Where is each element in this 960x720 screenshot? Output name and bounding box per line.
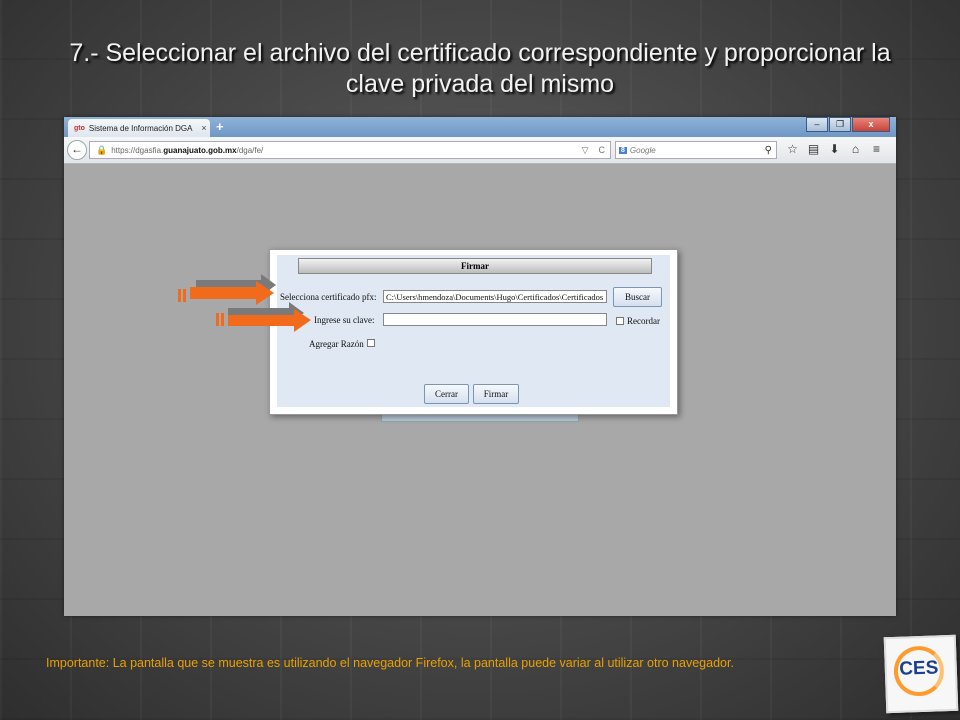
tab-title: Sistema de Información DGA [88,123,193,133]
dropdown-icon[interactable]: ▽ [582,145,589,156]
close-window-button[interactable]: x [852,117,890,132]
close-button[interactable]: Cerrar [424,384,469,404]
search-icon[interactable]: ⚲ [765,145,772,156]
remember-checkbox[interactable] [616,317,624,325]
slide-title: 7.- Seleccionar el archivo del certifica… [69,39,891,98]
toolbar-icons: ☆ ▤ ⬇ ⌂ ≡ [782,142,887,156]
tab-dga[interactable]: gto Sistema de Información DGA × [68,119,210,137]
tab-bar: gto Sistema de Información DGA × + – ❐ x [64,117,896,137]
sign-dialog: Firmar Selecciona certificado pfx: C:\Us… [269,249,678,415]
back-arrow-icon[interactable]: ← [67,140,87,160]
password-input[interactable] [383,313,607,326]
search-bar[interactable]: 8 Google ⚲ [615,141,777,159]
download-icon[interactable]: ⬇ [824,142,845,156]
minimize-button[interactable]: – [806,117,828,132]
url-text: https://dgasfia.guanajuato.gob.mx/dga/fe… [111,145,264,155]
sign-button[interactable]: Firmar [473,384,519,404]
restore-button[interactable]: ❐ [829,117,851,132]
cert-path-input[interactable]: C:\Users\hmendoza\Documents\Hugo\Certifi… [383,290,607,303]
footnote: Importante: La pantalla que se muestra e… [46,656,734,670]
menu-icon[interactable]: ≡ [866,142,887,156]
reason-label: Agregar Razón [309,339,364,349]
dialog-body: Firmar Selecciona certificado pfx: C:\Us… [277,255,670,407]
reason-checkbox[interactable] [367,339,375,347]
new-tab-button[interactable]: + [216,119,224,134]
bookmarks-list-icon[interactable]: ▤ [803,142,824,156]
page-content: Firmar Selecciona certificado pfx: C:\Us… [64,164,896,616]
ces-logo: CES [883,634,959,714]
bookmark-star-icon[interactable]: ☆ [782,142,803,156]
logo-text: CES [898,657,939,680]
remember-label: Recordar [627,316,660,326]
navigation-toolbar: ← 🔒 https://dgasfia.guanajuato.gob.mx/dg… [64,137,896,164]
search-engine-icon[interactable]: 8 [619,146,627,154]
browse-button[interactable]: Buscar [613,287,662,307]
tab-close-icon[interactable]: × [198,123,210,133]
site-favicon-icon: gto [74,124,85,132]
browser-window: gto Sistema de Información DGA × + – ❐ x… [64,117,896,616]
search-placeholder: Google [629,145,656,155]
home-icon[interactable]: ⌂ [845,142,866,156]
arrow-to-password-icon [216,302,311,332]
reload-icon[interactable]: C [599,145,606,155]
cert-label: Selecciona certificado pfx: [280,292,377,302]
window-controls: – ❐ x [805,117,890,132]
lock-icon: 🔒 [96,144,108,155]
address-bar[interactable]: 🔒 https://dgasfia.guanajuato.gob.mx/dga/… [89,141,611,159]
dialog-title: Firmar [298,258,652,274]
